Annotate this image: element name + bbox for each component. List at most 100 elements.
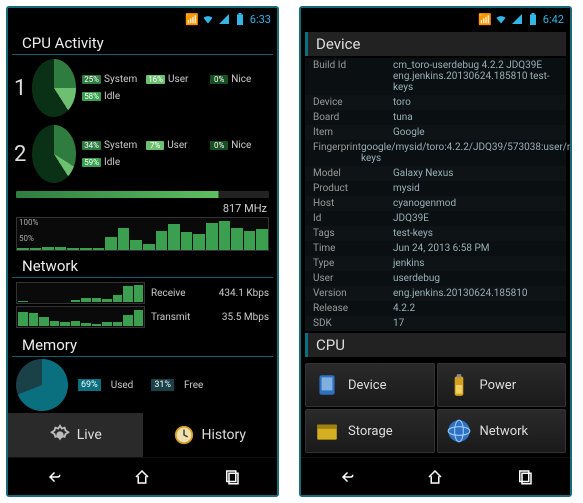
row-value: 4.2.2 [393,303,558,314]
battery-icon [527,13,539,25]
table-row: ItemGoogle [305,125,566,140]
table-row: Release4.2.2 [305,301,566,316]
android-navbar [8,457,277,495]
recents-button[interactable] [214,465,250,489]
row-value: JDQ39E [393,213,558,224]
row-key: Id [313,213,393,224]
cpu-core-row: 2 34%System 7%User 0%Nice 59%Idle [8,121,277,187]
row-value: eng.jenkins.20130624.185810 [393,288,558,299]
row-key: Version [313,288,393,299]
home-button[interactable] [417,465,453,489]
row-value: google/mysid/toro:4.2.2/JDQ39/573038:use… [361,142,570,164]
home-button[interactable] [124,465,160,489]
row-value: tuna [393,112,558,123]
row-value: Galaxy Nexus [393,168,558,179]
cpu-freq-bar [16,191,269,198]
storage-icon [314,418,340,444]
tab-live[interactable]: Live [8,413,143,457]
row-key: Build Id [313,60,393,93]
bottom-tabbar: Live History [8,413,277,457]
content-right[interactable]: Device Build Idcm_toro-userdebug 4.2.2 J… [301,30,570,457]
table-row: Fingerprintgoogle/mysid/toro:4.2.2/JDQ39… [305,140,566,166]
category-grid: Device Power Storage Network [301,359,570,457]
signal-icon [218,13,230,25]
table-row: Build Idcm_toro-userdebug 4.2.2 JDQ39E e… [305,58,566,95]
row-value: Jun 24, 2013 6:58 PM [393,243,558,254]
table-row: Versioneng.jenkins.20130624.185810 [305,286,566,301]
grid-network-button[interactable]: Network [437,409,567,453]
network-graphs: Receive 434.1 Kbps Transmit 35.5 Mbps [16,282,269,328]
row-value: Google [393,127,558,138]
battery-icon [446,372,472,398]
status-bar: 📶 6:33 [8,8,277,30]
table-row: Devicetoro [305,95,566,110]
clock: 6:42 [543,13,564,26]
row-key: User [313,273,393,284]
memory-pie [16,359,68,411]
table-row: Tagstest-keys [305,226,566,241]
gear-icon [49,424,71,446]
globe-icon [446,418,472,444]
row-key: Release [313,303,393,314]
table-row: Typejenkins [305,256,566,271]
row-value: userdebug [393,273,558,284]
net-receive-chart [16,282,145,304]
table-row: ModelGalaxy Nexus [305,166,566,181]
memory-title: Memory [12,332,273,357]
row-key: Time [313,243,393,254]
cpu-pie-1 [32,59,76,117]
clock: 6:33 [250,13,271,26]
android-navbar [301,457,570,495]
row-value: cm_toro-userdebug 4.2.2 JDQ39E eng.jenki… [393,60,558,93]
back-button[interactable] [35,465,71,489]
row-key: SDK [313,318,393,329]
row-value: test-keys [393,228,558,239]
cpu-legend: 25%System 16%User 0%Nice 58%Idle [82,74,271,102]
row-value: toro [393,97,558,108]
bluetooth-icon: 📶 [479,13,491,25]
table-row: Useruserdebug [305,271,566,286]
signal-icon [511,13,523,25]
cpu-title: CPU Activity [12,30,273,55]
cpu-core-num: 2 [14,142,26,167]
status-bar: 📶 6:42 [301,8,570,30]
table-row: SDK17 [305,316,566,331]
net-transmit-value: 35.5 Mbps [209,312,269,323]
network-title: Network [12,253,273,278]
cpu-history-graph: 100% 50% [16,217,269,251]
back-button[interactable] [328,465,364,489]
table-row: Boardtuna [305,110,566,125]
phone-left: 📶 6:33 CPU Activity 1 25%System 16%User … [6,6,279,497]
cpu-freq-value: 817 MHz [223,202,267,215]
recents-button[interactable] [507,465,543,489]
cpu-core-row: 1 25%System 16%User 0%Nice 58%Idle [8,55,277,121]
memory-row: 69% Used 31% Free [8,357,277,413]
row-key: Product [313,183,393,194]
cpu-legend: 34%System 7%User 0%Nice 59%Idle [82,140,271,168]
row-value: cyanogenmod [393,198,558,209]
row-value: jenkins [393,258,558,269]
row-key: Fingerprint [313,142,361,164]
row-key: Device [313,97,393,108]
tab-history[interactable]: History [143,413,278,457]
wifi-icon [495,13,507,25]
content-left: CPU Activity 1 25%System 16%User 0%Nice … [8,30,277,413]
table-row: TimeJun 24, 2013 6:58 PM [305,241,566,256]
row-value: 17 [393,318,558,329]
table-row: Hostcyanogenmod [305,196,566,211]
grid-device-button[interactable]: Device [305,363,435,407]
row-key: Tags [313,228,393,239]
grid-storage-button[interactable]: Storage [305,409,435,453]
net-receive-value: 434.1 Kbps [209,288,269,299]
grid-power-button[interactable]: Power [437,363,567,407]
row-key: Item [313,127,393,138]
device-info-list: Build Idcm_toro-userdebug 4.2.2 JDQ39E e… [305,58,566,331]
phone-right: 📶 6:42 Device Build Idcm_toro-userdebug … [299,6,572,497]
wifi-icon [202,13,214,25]
row-value: mysid [393,183,558,194]
device-section-header: Device [305,32,566,56]
bluetooth-icon: 📶 [186,13,198,25]
device-icon [314,372,340,398]
clock-icon [173,424,195,446]
cpu-pie-2 [32,125,76,183]
